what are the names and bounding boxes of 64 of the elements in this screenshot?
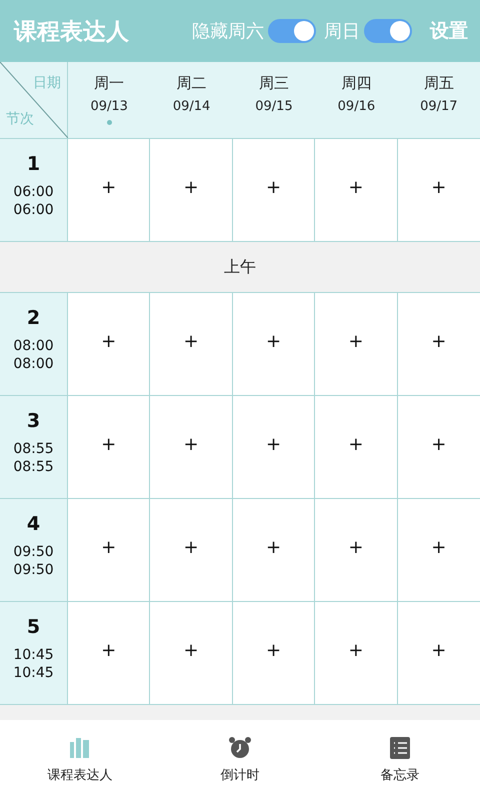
end-time: 06:00 [13,201,54,219]
add-course-cell[interactable]: + [232,499,316,601]
add-course-cell[interactable]: + [150,293,233,395]
add-course-cell[interactable]: + [232,396,316,498]
date-label: 09/13 [90,99,128,114]
period-number: 5 [26,616,40,638]
date-label: 09/14 [172,99,210,114]
add-course-cell[interactable]: + [150,396,233,498]
add-course-cell[interactable]: + [68,396,150,498]
date-label: 09/16 [338,99,376,114]
toggle-switch[interactable] [268,19,316,43]
start-time: 08:00 [13,337,54,355]
date-label: 09/15 [255,99,293,114]
add-course-cell[interactable]: + [315,139,398,241]
weekday-label: 周二 [176,74,207,93]
add-course-cell[interactable]: + [68,602,150,704]
weekday-label: 周四 [341,74,372,93]
period-number: 4 [26,513,40,535]
end-time: 08:00 [13,355,54,373]
end-time: 09:50 [13,561,54,579]
add-course-cell[interactable]: + [232,293,316,395]
end-time: 10:45 [13,664,54,682]
start-time: 08:55 [13,440,54,458]
date-header-label: 日期 [33,74,61,92]
app-title: 课程表达人 [14,18,130,46]
add-course-cell[interactable]: + [150,602,233,704]
add-course-cell[interactable]: + [68,499,150,601]
add-course-cell[interactable]: + [315,602,398,704]
add-course-cell[interactable]: + [398,602,480,704]
add-course-cell[interactable]: + [232,602,316,704]
alarm-clock-icon [228,736,252,760]
date-label: 09/17 [420,99,458,114]
period-number: 1 [26,153,40,175]
nav-tab[interactable]: 课程表达人 [0,720,160,800]
weekday-label: 周五 [424,74,454,93]
add-course-cell[interactable]: + [232,139,316,241]
section-label: 上午 [224,256,256,278]
add-course-cell[interactable]: + [398,293,480,395]
weekday-label: 周三 [258,74,289,93]
period-number: 3 [26,410,40,432]
add-course-cell[interactable]: + [398,396,480,498]
end-time: 08:55 [13,458,54,476]
start-time: 09:50 [13,543,54,561]
add-course-cell[interactable]: + [68,293,150,395]
toggle-label: 周日 [324,20,360,43]
nav-tab[interactable]: 备忘录 [320,720,480,800]
list-icon [388,736,412,760]
add-course-cell[interactable]: + [150,499,233,601]
add-course-cell[interactable]: + [315,293,398,395]
add-course-cell[interactable]: + [68,139,150,241]
toggle-label: 隐藏周六 [192,20,264,43]
nav-tab[interactable]: 倒计时 [160,720,320,800]
add-course-cell[interactable]: + [150,139,233,241]
books-icon [68,736,92,760]
add-course-cell[interactable]: + [315,396,398,498]
add-course-cell[interactable]: + [315,499,398,601]
toggle-switch[interactable] [364,19,412,43]
period-header-label: 节次 [6,110,34,128]
period-number: 2 [26,307,40,329]
start-time: 10:45 [13,646,54,664]
weekday-label: 周一 [94,74,124,93]
start-time: 06:00 [13,183,54,201]
add-course-cell[interactable]: + [398,139,480,241]
add-course-cell[interactable]: + [398,499,480,601]
